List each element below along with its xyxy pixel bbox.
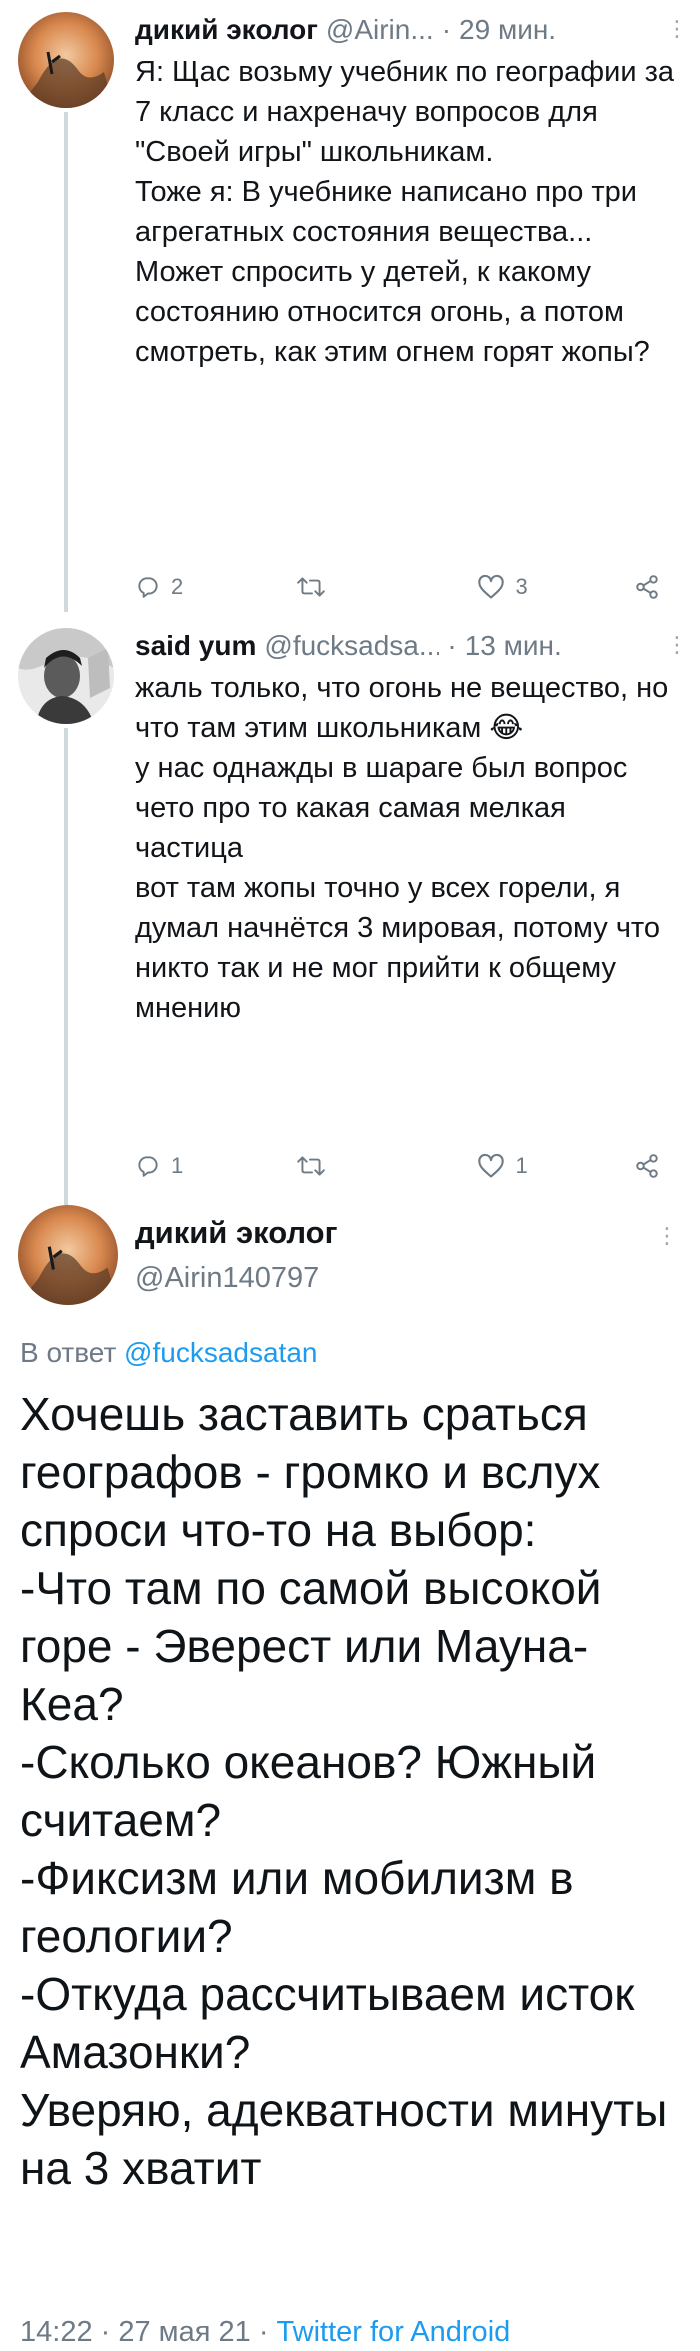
share-button[interactable]: [634, 1153, 660, 1179]
tweet-thread: дикий эколог @Airin... · 29 мин. ⋮ Я: Ща…: [0, 0, 700, 2351]
like-button[interactable]: 3: [477, 574, 634, 600]
avatar[interactable]: [18, 628, 114, 724]
author-name[interactable]: said yum: [135, 628, 256, 664]
tweet-paragraph: -Фиксизм или мобилизм в геологии?: [20, 1852, 574, 1962]
author-handle[interactable]: @Airin140797: [135, 1259, 319, 1297]
heart-icon: [478, 1153, 505, 1178]
share-icon: [636, 575, 658, 599]
reply-count: 1: [171, 1153, 184, 1178]
tweet-paragraph: вот там жопы точно у всех горели, я дума…: [135, 872, 661, 1024]
tweet-paragraph: Тоже я: В учебнике написано про три агре…: [135, 176, 650, 368]
tweet-paragraph: у нас однажды в шараге был вопрос чето п…: [135, 752, 628, 864]
like-button[interactable]: 1: [477, 1153, 634, 1179]
like-count: 3: [515, 574, 528, 599]
tweet-actions: 2 3: [135, 567, 660, 607]
more-vertical-icon[interactable]: ⋮: [666, 634, 688, 656]
tweet-paragraph: Уверяю, адекватности минуты на 3 хватит: [20, 2084, 668, 2194]
reply-count: 2: [171, 574, 184, 599]
tweet-paragraph: -Сколько океанов? Южный считаем?: [20, 1736, 597, 1846]
tweet-actions: 1 1: [135, 1146, 660, 1186]
thread-line: [64, 112, 68, 612]
retweet-button[interactable]: [296, 1153, 477, 1179]
reply-icon: [138, 577, 158, 598]
more-vertical-icon[interactable]: ⋮: [666, 18, 688, 40]
thread-line: [64, 728, 68, 1208]
tweet-paragraph: жаль только, что огонь не вещество, но ч…: [135, 672, 669, 744]
tweet-paragraph: Хочешь заставить сраться географов - гро…: [20, 1388, 601, 1556]
timestamp[interactable]: 13 мин.: [465, 628, 562, 664]
tweet-date: 27 мая 21: [118, 2316, 251, 2348]
share-button[interactable]: [634, 574, 660, 600]
reply-button[interactable]: 1: [135, 1153, 296, 1179]
tweet-text: жаль только, что огонь не вещество, но ч…: [135, 668, 680, 1028]
reply-prefix: В ответ: [20, 1337, 117, 1368]
tweet-paragraph: Я: Щас возьму учебник по географии за 7 …: [135, 56, 675, 168]
tweet-paragraph: -Что там по самой высокой горе - Эверест…: [20, 1562, 602, 1730]
more-vertical-icon[interactable]: ⋮: [656, 1223, 678, 1249]
share-icon: [636, 1154, 658, 1178]
author-handle[interactable]: @fucksadsa...: [264, 628, 439, 664]
tweet-meta: 14:22 · 27 мая 21 · Twitter for Android: [20, 2316, 511, 2348]
heart-icon: [478, 574, 505, 599]
reply-icon: [138, 1156, 158, 1177]
tweet-time: 14:22: [20, 2316, 93, 2348]
retweet-icon: [297, 577, 326, 597]
avatar[interactable]: [18, 1205, 118, 1305]
tweet-text: Хочешь заставить сраться географов - гро…: [20, 1385, 680, 2197]
reply-context: В ответ @fucksadsatan: [20, 1335, 317, 1371]
tweet-paragraph: -Откуда рассчитываем исток Амазонки?: [20, 1968, 635, 2078]
retweet-icon: [297, 1156, 326, 1176]
author-name[interactable]: дикий эколог: [135, 1213, 338, 1253]
retweet-button[interactable]: [296, 574, 477, 600]
author-name[interactable]: дикий эколог: [135, 12, 318, 48]
like-count: 1: [515, 1153, 528, 1178]
tweet-source-link[interactable]: Twitter for Android: [277, 2316, 511, 2348]
timestamp[interactable]: 29 мин.: [459, 12, 556, 48]
author-handle[interactable]: @Airin...: [326, 12, 434, 48]
reply-button[interactable]: 2: [135, 574, 296, 600]
reply-mention-link[interactable]: @fucksadsatan: [124, 1337, 317, 1368]
avatar[interactable]: [18, 12, 114, 108]
tweet-text: Я: Щас возьму учебник по географии за 7 …: [135, 52, 680, 372]
